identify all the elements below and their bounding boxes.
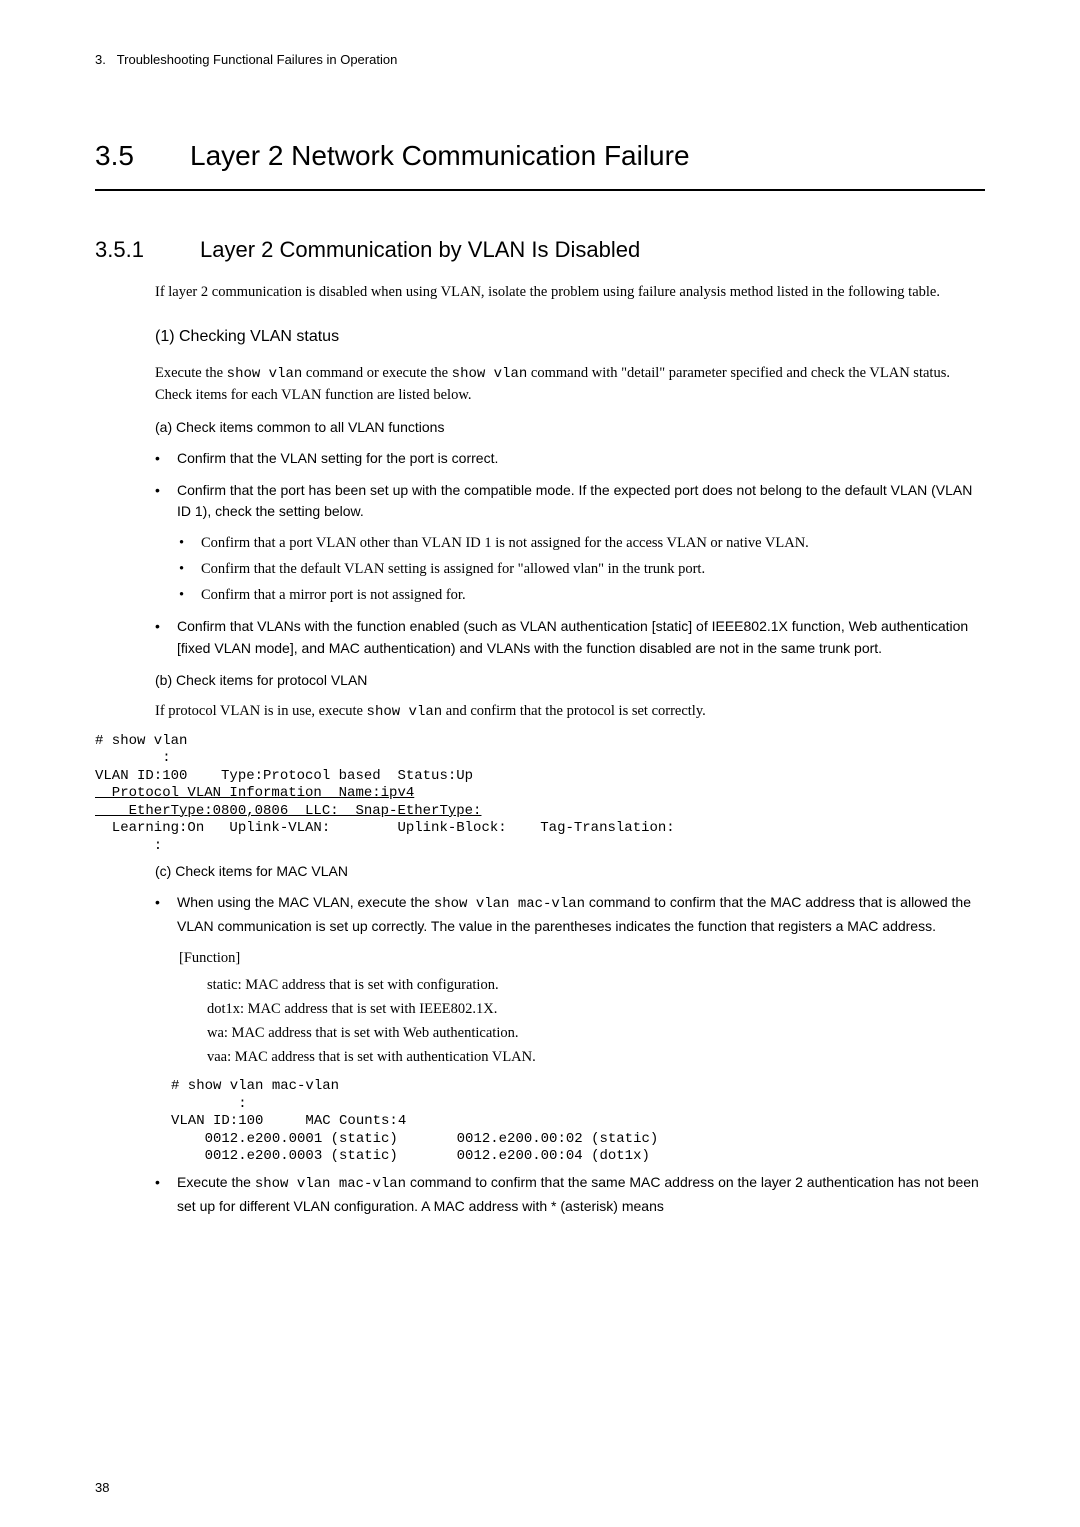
para-protocol-vlan: If protocol VLAN is in use, execute show… <box>155 701 985 723</box>
func-wa: wa: MAC address that is set with Web aut… <box>207 1023 985 1045</box>
bullet-dot-icon: • <box>155 480 177 523</box>
bullet-dot-icon: • <box>179 585 201 607</box>
func-static: static: MAC address that is set with con… <box>207 975 985 997</box>
chapter-title: Troubleshooting Functional Failures in O… <box>117 52 398 67</box>
sub-bullet-port-vlan: • Confirm that a port VLAN other than VL… <box>179 533 985 555</box>
cmd-show-vlan-mac-vlan: show vlan mac-vlan <box>434 896 585 912</box>
subsection-number: 3.5.1 <box>95 233 200 266</box>
bullet-confirm-vlan-port: • Confirm that the VLAN setting for the … <box>155 448 985 470</box>
sub-bullet-mirror-port: • Confirm that a mirror port is not assi… <box>179 585 985 607</box>
function-list: static: MAC address that is set with con… <box>207 975 985 1068</box>
heading-check-items-mac-vlan: (c) Check items for MAC VLAN <box>155 861 985 882</box>
cmd-show-vlan-3: show vlan <box>367 704 443 720</box>
subsection-title: Layer 2 Communication by VLAN Is Disable… <box>200 237 640 262</box>
section-title: Layer 2 Network Communication Failure <box>190 140 690 171</box>
heading-checking-vlan-status: (1) Checking VLAN status <box>155 325 985 349</box>
subsection-heading-3-5-1: 3.5.1Layer 2 Communication by VLAN Is Di… <box>95 233 985 266</box>
para-execute-show-vlan: Execute the show vlan command or execute… <box>155 363 985 407</box>
bullet-dot-icon: • <box>155 1172 177 1217</box>
section-heading-3-5: 3.5Layer 2 Network Communication Failure <box>95 135 985 191</box>
heading-check-items-protocol-vlan: (b) Check items for protocol VLAN <box>155 670 985 691</box>
section-number: 3.5 <box>95 135 190 177</box>
bullet-dot-icon: • <box>179 559 201 581</box>
bullet-dot-icon: • <box>155 448 177 470</box>
heading-check-items-all-vlan: (a) Check items common to all VLAN funct… <box>155 417 985 438</box>
sub-bullet-default-vlan: • Confirm that the default VLAN setting … <box>179 559 985 581</box>
page-header: 3. Troubleshooting Functional Failures i… <box>95 50 985 70</box>
code-output-show-vlan-mac-vlan: # show vlan mac-vlan : VLAN ID:100 MAC C… <box>171 1078 985 1166</box>
chapter-number: 3. <box>95 52 106 67</box>
bullet-dot-icon: • <box>179 533 201 555</box>
bullet-mac-vlan-execute: • When using the MAC VLAN, execute the s… <box>155 892 985 937</box>
bullet-dot-icon: • <box>155 892 177 937</box>
bullet-compatible-mode: • Confirm that the port has been set up … <box>155 480 985 523</box>
function-label: [Function] <box>179 948 985 970</box>
cmd-show-vlan-mac-vlan-2: show vlan mac-vlan <box>255 1176 406 1192</box>
cmd-show-vlan-2: show vlan <box>452 366 528 382</box>
cmd-show-vlan: show vlan <box>227 366 303 382</box>
intro-paragraph: If layer 2 communication is disabled whe… <box>155 282 985 304</box>
page-number: 38 <box>95 1478 109 1498</box>
code-output-show-vlan: # show vlan : VLAN ID:100 Type:Protocol … <box>95 733 985 856</box>
func-dot1x: dot1x: MAC address that is set with IEEE… <box>207 999 985 1021</box>
bullet-confirm-vlans-function: • Confirm that VLANs with the function e… <box>155 616 985 659</box>
bullet-dot-icon: • <box>155 616 177 659</box>
bullet-execute-show-vlan-mac-vlan-2: • Execute the show vlan mac-vlan command… <box>155 1172 985 1217</box>
func-vaa: vaa: MAC address that is set with authen… <box>207 1047 985 1069</box>
